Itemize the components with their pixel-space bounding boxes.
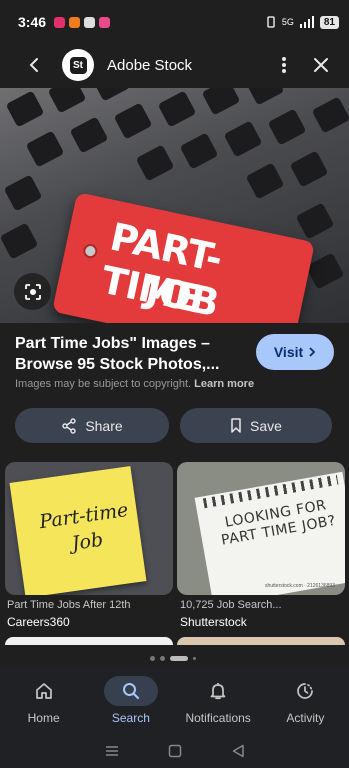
share-icon bbox=[62, 417, 77, 434]
more-options-button[interactable] bbox=[269, 45, 299, 85]
keyboard-key bbox=[91, 88, 131, 102]
related-caption[interactable]: Part Time Jobs After 12th bbox=[7, 599, 175, 611]
related-source: Careers360 bbox=[7, 615, 70, 629]
tag-hole bbox=[82, 242, 99, 260]
hero-image[interactable]: PART-TIME JOB bbox=[0, 88, 349, 323]
app-notification-icon bbox=[69, 16, 81, 28]
notepad-graphic: LOOKING FOR PART TIME JOB? bbox=[194, 471, 345, 595]
messaging-icon bbox=[99, 16, 111, 28]
bell-icon bbox=[191, 676, 245, 706]
battery-indicator: 81 bbox=[319, 15, 339, 29]
lens-search-button[interactable] bbox=[14, 273, 51, 310]
keyboard-key bbox=[311, 96, 349, 134]
chevron-left-icon bbox=[29, 58, 38, 72]
nav-search-label: Search bbox=[111, 711, 150, 725]
nav-notifications-label: Notifications bbox=[185, 711, 251, 725]
chevron-right-icon bbox=[309, 347, 316, 357]
bookmark-icon bbox=[231, 418, 241, 433]
next-result-preview[interactable] bbox=[5, 637, 173, 645]
copyright-notice: Images may be subject to copyright. Lear… bbox=[15, 378, 254, 390]
share-button[interactable]: Share bbox=[15, 408, 169, 443]
keyboard-key bbox=[289, 150, 329, 188]
nav-search[interactable]: Search bbox=[87, 665, 174, 733]
related-source: Shutterstock bbox=[180, 615, 247, 629]
keyboard-key bbox=[0, 222, 39, 260]
notification-icons bbox=[54, 16, 111, 28]
keyboard-key bbox=[245, 88, 285, 106]
gmail-icon bbox=[84, 16, 96, 28]
close-button[interactable] bbox=[299, 45, 343, 85]
keyboard-key bbox=[157, 90, 197, 128]
keyboard-key bbox=[201, 88, 241, 116]
search-icon bbox=[103, 676, 158, 706]
nav-notifications[interactable]: Notifications bbox=[175, 665, 262, 733]
keyboard-key bbox=[135, 144, 175, 182]
keyboard-key bbox=[179, 132, 219, 170]
nav-activity-label: Activity bbox=[286, 711, 325, 725]
page-dot bbox=[193, 657, 196, 660]
page-dot bbox=[160, 656, 165, 661]
keyboard-key bbox=[5, 90, 45, 128]
result-title[interactable]: Part Time Jobs" Images – Browse 95 Stock… bbox=[15, 333, 245, 375]
system-navigation-bar bbox=[0, 733, 349, 768]
recent-apps-icon[interactable] bbox=[105, 745, 119, 757]
sticky-note-text: Part-time Job bbox=[38, 498, 130, 555]
site-logo: St bbox=[62, 49, 94, 81]
back-button[interactable] bbox=[14, 45, 54, 85]
site-title: Adobe Stock bbox=[107, 56, 193, 74]
more-vert-icon bbox=[282, 57, 286, 73]
keyboard-key bbox=[25, 130, 65, 168]
signal-icon bbox=[299, 16, 314, 28]
nav-home[interactable]: Home bbox=[0, 665, 87, 733]
vibrate-icon bbox=[267, 16, 275, 28]
visit-label: Visit bbox=[273, 344, 304, 360]
page-dot-active bbox=[170, 656, 188, 661]
bottom-navigation: Home Search Notifications Activity bbox=[0, 665, 349, 733]
instagram-icon bbox=[54, 16, 66, 28]
related-image-thumbnail[interactable]: LOOKING FOR PART TIME JOB? shutterstock.… bbox=[177, 462, 345, 595]
activity-icon bbox=[278, 676, 332, 706]
share-label: Share bbox=[85, 417, 123, 434]
network-type: 5G bbox=[281, 17, 294, 27]
save-button[interactable]: Save bbox=[180, 408, 332, 443]
image-watermark: shutterstock.com · 2126136893 bbox=[264, 583, 335, 589]
keyboard-key bbox=[69, 116, 109, 154]
pagination-dots bbox=[150, 656, 196, 661]
keyboard-key bbox=[295, 202, 335, 240]
related-caption[interactable]: 10,725 Job Search... bbox=[180, 599, 348, 611]
nav-home-label: Home bbox=[27, 711, 60, 725]
status-indicators: 5G 81 bbox=[266, 15, 339, 29]
visit-button[interactable]: Visit bbox=[256, 334, 334, 370]
save-label: Save bbox=[250, 417, 282, 434]
keyboard-key bbox=[245, 162, 285, 200]
keyboard-key bbox=[223, 120, 263, 158]
related-image-thumbnail[interactable]: Part-time Job bbox=[5, 462, 173, 595]
keyboard-key bbox=[113, 102, 153, 140]
sticky-note-graphic: Part-time Job bbox=[9, 466, 147, 595]
close-icon bbox=[314, 58, 328, 72]
app-bar: St Adobe Stock bbox=[0, 44, 349, 86]
notepad-text: LOOKING FOR PART TIME JOB? bbox=[220, 497, 338, 549]
status-bar: 3:46 5G 81 bbox=[0, 0, 349, 44]
keyboard-key bbox=[47, 88, 87, 114]
keyboard-key bbox=[267, 108, 307, 146]
status-time: 3:46 bbox=[18, 14, 47, 30]
nav-activity[interactable]: Activity bbox=[262, 665, 349, 733]
copyright-text: Images may be subject to copyright. bbox=[15, 378, 192, 390]
home-button-icon[interactable] bbox=[168, 744, 182, 758]
learn-more-link[interactable]: Learn more bbox=[194, 378, 254, 390]
back-triangle-icon[interactable] bbox=[232, 744, 244, 758]
google-lens-icon bbox=[24, 283, 41, 300]
site-logo-text: St bbox=[69, 56, 87, 74]
home-icon bbox=[17, 676, 71, 706]
next-result-preview[interactable] bbox=[177, 637, 345, 645]
keyboard-key bbox=[3, 174, 43, 212]
page-dot bbox=[150, 656, 155, 661]
